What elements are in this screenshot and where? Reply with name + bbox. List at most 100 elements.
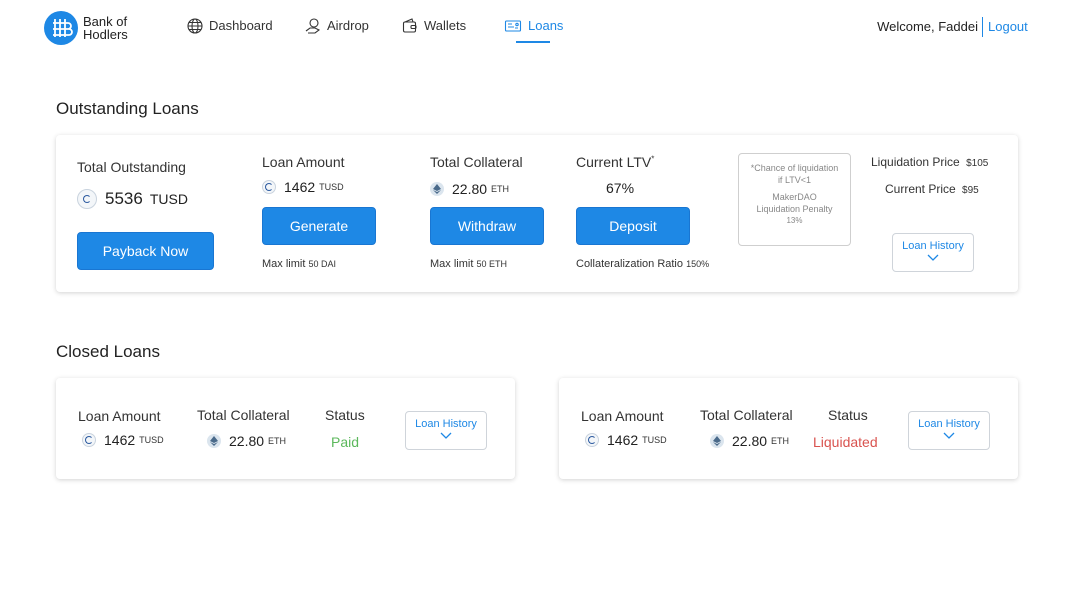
payback-now-button[interactable]: Payback Now	[77, 232, 214, 270]
eth-coin-icon	[207, 434, 221, 448]
loan-history-label: Loan History	[902, 240, 964, 252]
info-line-3: MakerDAO	[772, 192, 817, 202]
info-line-1: *Chance of liquidation	[750, 163, 839, 173]
info-line-5: 13%	[786, 216, 803, 225]
chevron-down-icon	[943, 432, 955, 439]
top-navigation-bar: Bank of Hodlers Dashboard Airdrop Wallet…	[0, 0, 1074, 56]
total-collateral-value: 22.80 ETH	[207, 433, 286, 449]
loan-history-button[interactable]: Loan History	[892, 233, 974, 272]
airdrop-icon	[305, 18, 321, 34]
nav-item-airdrop[interactable]: Airdrop	[304, 16, 369, 36]
current-price-value: $95	[962, 185, 979, 196]
max-limit-eth: Max limit 50 ETH	[430, 258, 507, 270]
nav-item-wallets[interactable]: Wallets	[401, 16, 466, 36]
nav-item-loans[interactable]: Loans	[503, 16, 563, 36]
total-collateral-unit: ETH	[771, 436, 790, 446]
loans-icon	[504, 20, 522, 32]
brand-logo[interactable]: Bank of Hodlers	[44, 11, 143, 45]
max-limit-eth-prefix: Max limit	[430, 258, 474, 270]
max-limit-dai: Max limit 50 DAI	[262, 258, 336, 270]
total-collateral-number: 22.80	[732, 433, 768, 449]
generate-button[interactable]: Generate	[262, 207, 376, 245]
total-collateral-number: 22.80	[229, 433, 265, 449]
collateralization-ratio: Collateralization Ratio 150%	[576, 258, 709, 270]
total-outstanding-value: 5536 TUSD	[77, 189, 188, 209]
status-badge: Liquidated	[813, 434, 878, 450]
nav-label-dashboard: Dashboard	[209, 18, 273, 33]
loan-amount-number: 1462	[104, 432, 136, 448]
outstanding-loan-card: Total Outstanding 5536 TUSD Payback Now …	[56, 135, 1018, 292]
nav-label-wallets: Wallets	[424, 18, 467, 33]
loan-amount-value: 1462 TUSD	[585, 432, 667, 448]
loan-history-button[interactable]: Loan History	[908, 411, 990, 450]
active-tab-indicator	[516, 41, 550, 43]
current-ltv-value: 67%	[606, 180, 635, 196]
total-collateral-label: Total Collateral	[430, 154, 523, 170]
total-outstanding-amount: 5536	[105, 189, 143, 208]
max-limit-dai-value: 50 DAI	[308, 259, 336, 269]
eth-coin-icon	[430, 182, 444, 196]
outstanding-loans-title: Outstanding Loans	[56, 99, 199, 118]
current-ltv-text: Current LTV	[576, 154, 652, 170]
max-limit-eth-value: 50 ETH	[476, 259, 507, 269]
loan-history-button[interactable]: Loan History	[405, 411, 487, 450]
tusd-coin-icon	[262, 180, 276, 194]
current-price: Current Price $95	[885, 182, 979, 196]
closed-loan-card: Loan Amount 1462 TUSD Total Collateral 2…	[559, 378, 1018, 479]
deposit-button[interactable]: Deposit	[576, 207, 690, 245]
loan-history-label: Loan History	[918, 418, 980, 430]
welcome-message: Welcome, Faddei	[877, 19, 978, 34]
eth-coin-icon	[710, 434, 724, 448]
total-collateral-value: 22.80 ETH	[430, 181, 509, 197]
brand-name: Bank of Hodlers	[83, 15, 143, 41]
liquidation-price-value: $105	[966, 158, 989, 169]
status-label: Status	[325, 407, 365, 423]
current-price-label: Current Price	[885, 182, 956, 196]
loan-amount-value: 1462 TUSD	[82, 432, 164, 448]
chevron-down-icon	[927, 254, 939, 261]
tusd-coin-icon	[82, 433, 96, 447]
info-line-2: if LTV<1	[777, 175, 812, 185]
total-collateral-number: 22.80	[452, 181, 488, 197]
tusd-coin-icon	[77, 189, 97, 209]
status-badge: Paid	[331, 434, 360, 450]
liquidation-info-box: *Chance of liquidation if LTV<1 MakerDAO…	[738, 153, 851, 246]
nav-label-airdrop: Airdrop	[327, 18, 369, 33]
logout-link[interactable]: Logout	[988, 19, 1028, 34]
collateralization-ratio-value: 150%	[686, 259, 710, 269]
total-collateral-unit: ETH	[491, 184, 510, 194]
total-collateral-unit: ETH	[268, 436, 287, 446]
wallet-icon	[402, 18, 417, 33]
loan-amount-unit: TUSD	[319, 182, 344, 192]
total-collateral-label: Total Collateral	[197, 407, 290, 423]
chevron-down-icon	[440, 432, 452, 439]
liquidation-price-label: Liquidation Price	[871, 155, 960, 169]
loan-amount-number: 1462	[607, 432, 639, 448]
bank-logo-icon	[44, 11, 78, 45]
tusd-coin-icon	[585, 433, 599, 447]
globe-icon	[187, 18, 203, 34]
loan-amount-label: Loan Amount	[78, 408, 161, 424]
total-outstanding-label: Total Outstanding	[77, 159, 186, 175]
max-limit-dai-prefix: Max limit	[262, 258, 306, 270]
total-collateral-value: 22.80 ETH	[710, 433, 789, 449]
loan-amount-value: 1462 TUSD	[262, 179, 344, 195]
loan-amount-label: Loan Amount	[262, 154, 345, 170]
loan-amount-unit: TUSD	[642, 435, 667, 445]
withdraw-button[interactable]: Withdraw	[430, 207, 544, 245]
status-label: Status	[828, 407, 868, 423]
loan-amount-number: 1462	[284, 179, 316, 195]
liquidation-price: Liquidation Price $105	[871, 155, 988, 169]
loan-history-label: Loan History	[415, 418, 477, 430]
total-outstanding-unit: TUSD	[149, 191, 188, 207]
brand-name-line2: Hodlers	[83, 27, 128, 42]
ltv-asterisk: *	[651, 154, 655, 164]
closed-loan-card: Loan Amount 1462 TUSD Total Collateral 2…	[56, 378, 515, 479]
collateralization-ratio-label: Collateralization Ratio	[576, 258, 683, 270]
closed-loans-title: Closed Loans	[56, 342, 160, 361]
nav-label-loans: Loans	[528, 18, 564, 33]
loan-amount-label: Loan Amount	[581, 408, 664, 424]
total-collateral-label: Total Collateral	[700, 407, 793, 423]
nav-item-dashboard[interactable]: Dashboard	[186, 16, 273, 36]
loan-amount-unit: TUSD	[139, 435, 164, 445]
